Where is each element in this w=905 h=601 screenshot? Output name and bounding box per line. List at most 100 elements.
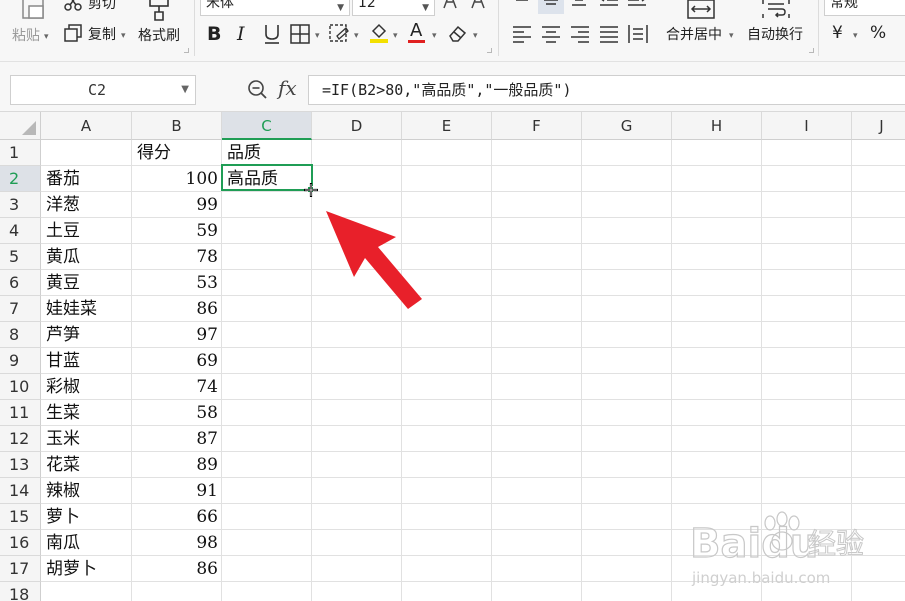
row-header-15[interactable]: 15 [0,504,41,530]
align-right-icon[interactable] [570,25,590,43]
cell-b6[interactable]: 53 [132,270,222,296]
clipboard-group-launcher[interactable] [184,48,189,53]
align-left-icon[interactable] [512,25,532,43]
cell-a8[interactable]: 芦笋 [41,322,132,348]
align-bottom-icon[interactable] [570,0,588,8]
justify-icon[interactable] [599,25,619,43]
row-header-6[interactable]: 6 [0,270,41,296]
merge-dropdown-caret[interactable]: ▾ [729,31,734,41]
cell-b13[interactable]: 89 [132,452,222,478]
currency-button[interactable]: ¥ [832,24,843,42]
row-header-2[interactable]: 2 [0,166,41,192]
row-header-5[interactable]: 5 [0,244,41,270]
copy-button[interactable]: 复制 [88,27,116,43]
column-header-d[interactable]: D [312,112,402,140]
align-middle-icon[interactable] [542,0,560,8]
column-header-i[interactable]: I [762,112,852,140]
select-all-corner[interactable] [0,112,41,140]
row-header-1[interactable]: 1 [0,140,41,166]
cell-a7[interactable]: 娃娃菜 [41,296,132,322]
cell-a14[interactable]: 辣椒 [41,478,132,504]
row-header-8[interactable]: 8 [0,322,41,348]
decrease-font-icon[interactable] [471,0,489,10]
row-header-14[interactable]: 14 [0,478,41,504]
font-size-select[interactable]: 12 ▼ [352,0,435,16]
cell-a4[interactable]: 土豆 [41,218,132,244]
row-header-4[interactable]: 4 [0,218,41,244]
row-header-18[interactable]: 18 [0,582,41,601]
cell-style-icon[interactable] [329,24,349,44]
paste-button[interactable]: 粘贴 [12,28,40,44]
format-painter-button[interactable]: 格式刷 [138,28,180,44]
distributed-align-icon[interactable] [627,24,649,44]
copy-dropdown-caret[interactable]: ▾ [121,31,126,41]
cell-style-dropdown-caret[interactable]: ▾ [354,31,359,41]
alignment-group-launcher[interactable] [809,48,814,53]
cell-a13[interactable]: 花菜 [41,452,132,478]
fill-color-dropdown-caret[interactable]: ▾ [393,31,398,41]
cell-b15[interactable]: 66 [132,504,222,530]
row-header-13[interactable]: 13 [0,452,41,478]
column-header-h[interactable]: H [672,112,762,140]
zoom-formula-icon[interactable] [247,79,269,103]
cell-b17[interactable]: 86 [132,556,222,582]
row-header-3[interactable]: 3 [0,192,41,218]
column-header-j[interactable]: J [852,112,905,140]
cell-a12[interactable]: 玉米 [41,426,132,452]
cell-b9[interactable]: 69 [132,348,222,374]
paste-dropdown-caret[interactable]: ▾ [44,32,49,42]
underline-icon[interactable] [262,24,282,44]
font-color-dropdown-caret[interactable]: ▾ [432,31,437,41]
align-center-icon[interactable] [541,25,561,43]
cell-b12[interactable]: 87 [132,426,222,452]
cut-button[interactable]: 剪切 [88,0,116,12]
column-header-e[interactable]: E [402,112,492,140]
cell-b10[interactable]: 74 [132,374,222,400]
border-dropdown-caret[interactable]: ▾ [315,31,320,41]
name-box[interactable]: C2 ▼ [10,75,196,105]
row-header-9[interactable]: 9 [0,348,41,374]
column-header-f[interactable]: F [492,112,582,140]
cell-a6[interactable]: 黄豆 [41,270,132,296]
cell-a5[interactable]: 黄瓜 [41,244,132,270]
chevron-down-icon[interactable]: ▼ [181,76,189,104]
cell-b1[interactable]: 得分 [132,140,222,166]
cell-b14[interactable]: 91 [132,478,222,504]
cell-a16[interactable]: 南瓜 [41,530,132,556]
cell-b11[interactable]: 58 [132,400,222,426]
bold-button[interactable]: B [207,24,221,44]
cell-b4[interactable]: 59 [132,218,222,244]
merge-center-button[interactable]: 合并居中 [666,27,722,43]
cell-a3[interactable]: 洋葱 [41,192,132,218]
cell-c1[interactable]: 品质 [222,140,312,166]
column-header-c[interactable]: C [222,112,312,140]
currency-dropdown-caret[interactable]: ▾ [853,31,858,41]
font-color-button[interactable]: A [410,21,422,41]
clear-dropdown-caret[interactable]: ▾ [473,31,478,41]
insert-function-button[interactable]: fx [278,76,297,100]
row-header-17[interactable]: 17 [0,556,41,582]
row-header-10[interactable]: 10 [0,374,41,400]
cell-a17[interactable]: 胡萝卜 [41,556,132,582]
increase-indent-icon[interactable] [627,0,647,8]
column-header-g[interactable]: G [582,112,672,140]
cell-a9[interactable]: 甘蓝 [41,348,132,374]
formula-input[interactable]: =IF(B2>80,"高品质","一般品质") [308,75,905,105]
column-header-a[interactable]: A [41,112,132,140]
cell-a11[interactable]: 生菜 [41,400,132,426]
wrap-text-button[interactable]: 自动换行 [747,27,803,43]
cell-b8[interactable]: 97 [132,322,222,348]
merge-center-icon[interactable] [686,0,716,20]
decrease-indent-icon[interactable] [599,0,619,8]
cell-b2[interactable]: 100 [132,166,222,192]
number-format-select[interactable]: 常规 [824,0,905,16]
fill-color-icon[interactable] [368,23,390,44]
copy-icon[interactable] [64,24,82,42]
cell-a15[interactable]: 萝卜 [41,504,132,530]
eraser-icon[interactable] [448,24,468,42]
format-painter-icon[interactable] [146,0,172,22]
column-header-b[interactable]: B [132,112,222,140]
paste-icon[interactable] [20,0,48,20]
scissors-icon[interactable] [64,0,84,12]
italic-button[interactable]: I [237,24,245,44]
